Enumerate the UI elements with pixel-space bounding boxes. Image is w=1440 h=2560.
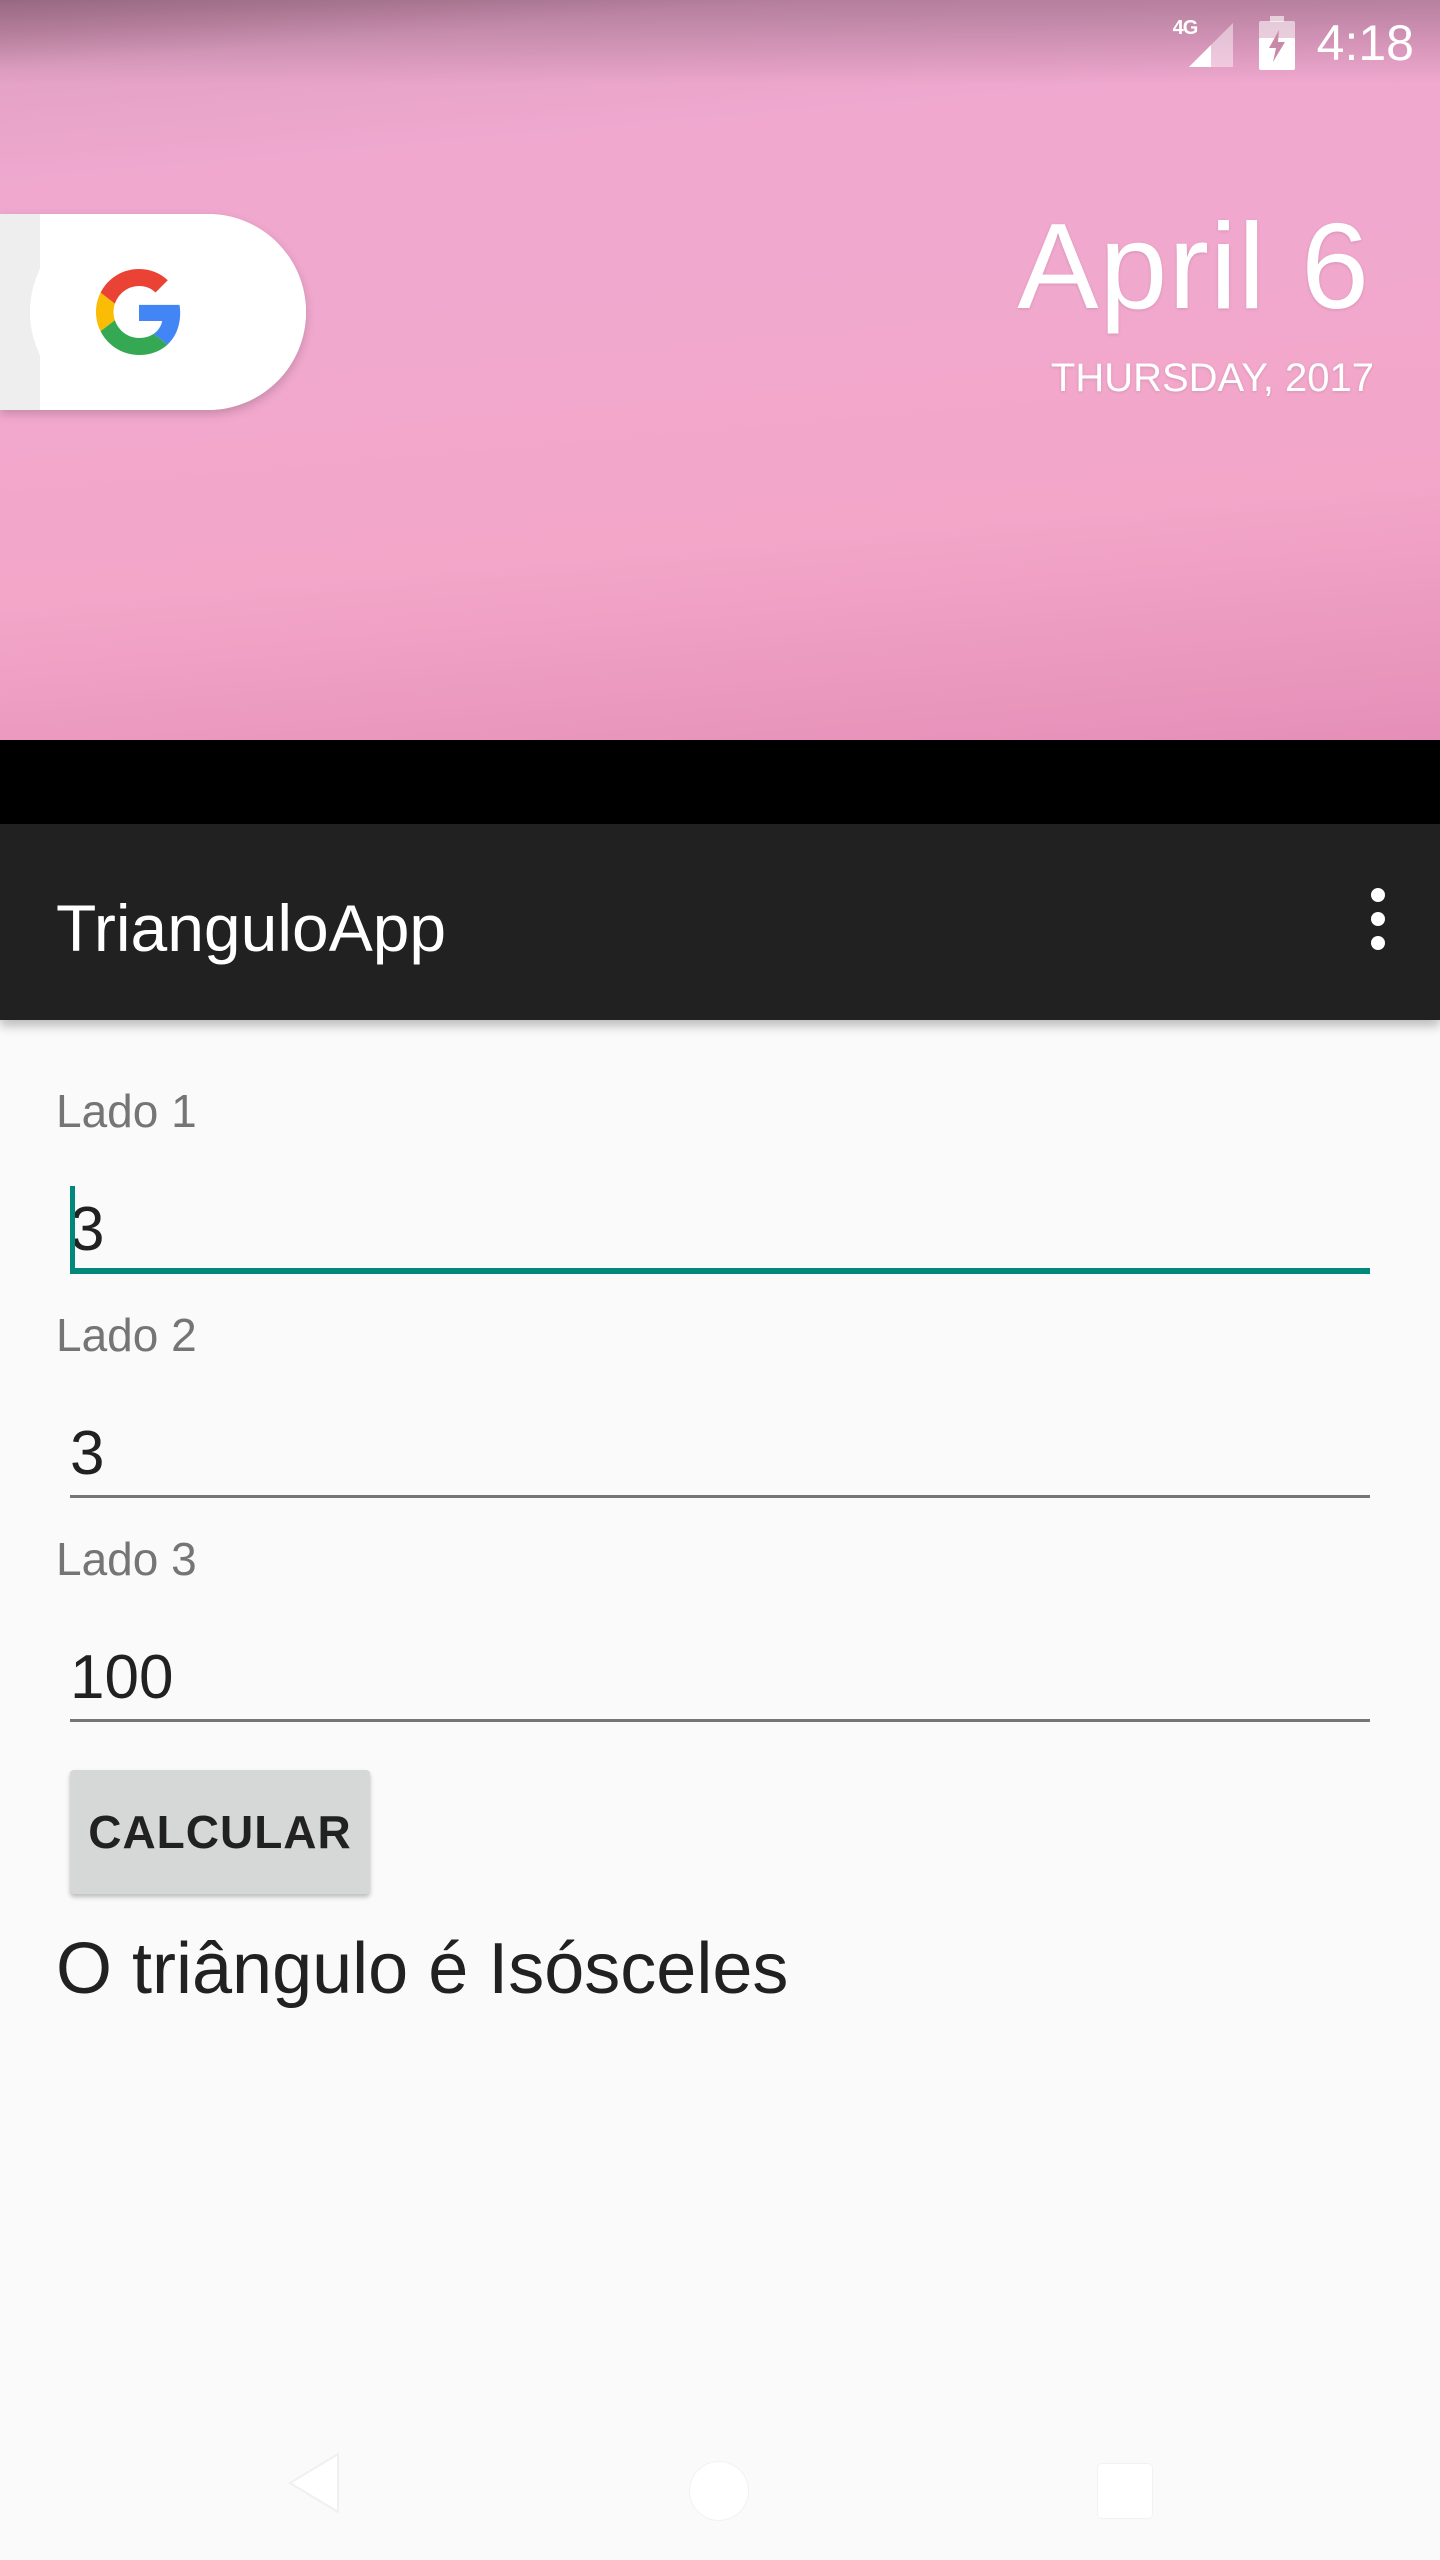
navigation-bar [0,2420,1440,2560]
lado-2-input[interactable]: 3 [70,1408,1370,1498]
lado-3-input[interactable]: 100 [70,1632,1370,1722]
lado-3-underline [70,1719,1370,1722]
calcular-button[interactable]: CALCULAR [70,1770,370,1894]
lado-1-input[interactable]: 3 [70,1184,1370,1274]
signal-icon: 4G [1173,17,1237,69]
lado-3-label: Lado 3 [56,1533,197,1585]
home-date-weekday-year: THURSDAY, 2017 [1050,356,1374,400]
home-date-large[interactable]: April 6 [1017,196,1370,336]
status-clock: 4:18 [1316,15,1414,71]
recents-icon[interactable] [1098,2464,1152,2518]
google-g-icon [96,269,181,355]
text-cursor [70,1186,75,1270]
lado-2-label: Lado 2 [56,1309,197,1361]
result-text: O triângulo é Isósceles [56,1929,789,2009]
lado-3-value: 100 [70,1643,174,1712]
status-bar: 4G 4:18 [0,0,1440,84]
home-icon[interactable] [690,2462,748,2520]
lado-1-label: Lado 1 [56,1085,197,1137]
lado-1-value: 3 [70,1195,105,1264]
overflow-menu-icon[interactable] [1356,880,1400,964]
app-toolbar: TrianguloApp [0,824,1440,1020]
battery-charging-icon [1258,16,1295,70]
lado-2-underline [70,1495,1370,1498]
lado-1-underline [70,1268,1370,1274]
lado-2-value: 3 [70,1419,105,1488]
window-divider [0,740,1440,824]
google-search-widget[interactable] [0,214,306,410]
app-title: TrianguloApp [56,891,447,965]
back-icon[interactable] [286,2450,342,2516]
